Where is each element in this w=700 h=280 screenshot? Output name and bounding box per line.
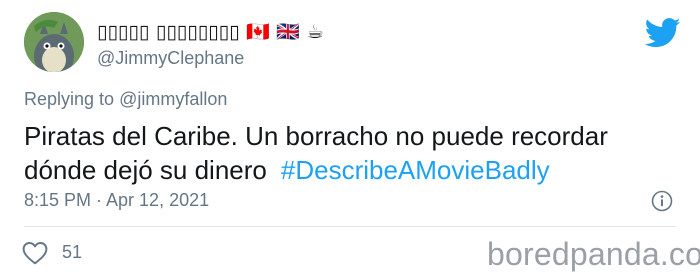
info-icon[interactable] <box>651 190 673 212</box>
twitter-bird-icon[interactable] <box>645 18 681 48</box>
divider <box>24 226 676 227</box>
like-count: 51 <box>62 242 83 262</box>
replying-to: Replying to @jimmyfallon <box>24 89 227 110</box>
tweet-text: Piratas del Caribe. Un borracho no puede… <box>24 119 674 187</box>
reply-mention-link[interactable]: @jimmyfallon <box>119 89 227 109</box>
hashtag-link[interactable]: #DescribeAMovieBadly <box>281 155 550 185</box>
watermark: boredpanda.com <box>487 236 700 272</box>
display-name[interactable]: ▯▯▯▯▯ ▯▯▯▯▯▯▯▯ 🇨🇦 🇬🇧 ☕ <box>97 20 324 43</box>
heart-icon[interactable] <box>22 241 48 265</box>
avatar-image <box>24 12 84 72</box>
tweet-timestamp[interactable]: 8:15 PM · Apr 12, 2021 <box>24 190 209 211</box>
avatar[interactable] <box>24 12 84 72</box>
replying-prefix: Replying to <box>24 89 120 109</box>
user-handle[interactable]: @JimmyClephane <box>97 48 244 69</box>
